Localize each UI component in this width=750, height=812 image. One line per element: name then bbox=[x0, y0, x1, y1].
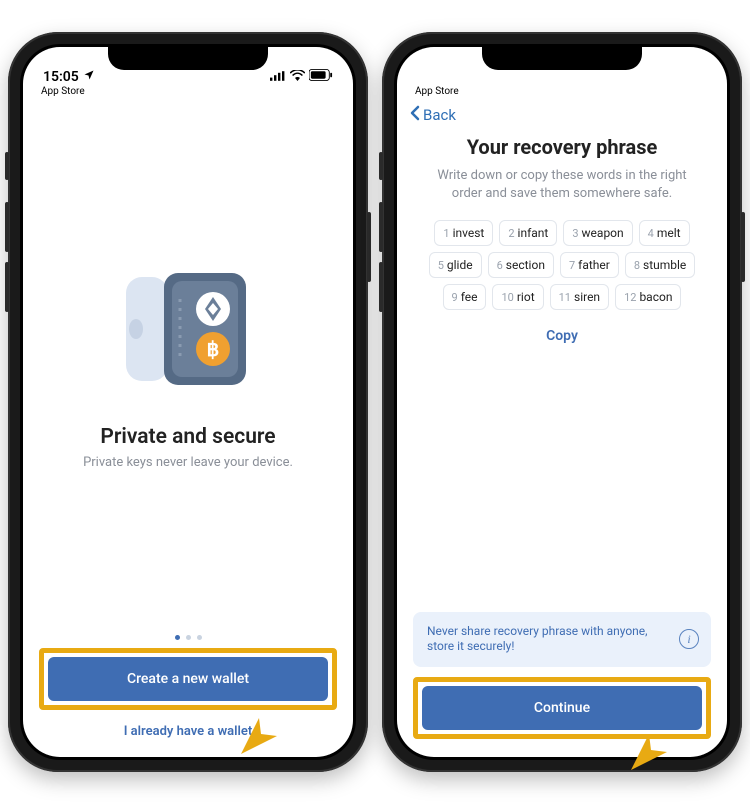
cursor-pointer-icon bbox=[235, 712, 279, 756]
pager-dot bbox=[175, 635, 180, 640]
recovery-word-chip: 3 weapon bbox=[563, 220, 632, 246]
recovery-word-number: 4 bbox=[648, 227, 654, 240]
recovery-word-chip: 2 infant bbox=[499, 220, 557, 246]
back-label: Back bbox=[423, 106, 456, 124]
recovery-title: Your recovery phrase bbox=[421, 135, 703, 159]
recovery-word-number: 7 bbox=[569, 259, 575, 272]
recovery-word-text: melt bbox=[657, 226, 681, 240]
recovery-word-text: fee bbox=[461, 290, 478, 304]
recovery-word-number: 9 bbox=[452, 291, 458, 304]
recovery-word-text: section bbox=[506, 258, 545, 272]
app-source-label: App Store bbox=[23, 86, 353, 97]
recovery-word-chip: 1 invest bbox=[434, 220, 493, 246]
continue-button[interactable]: Continue bbox=[422, 686, 702, 730]
status-time: 15:05 bbox=[43, 69, 79, 85]
page-indicator bbox=[23, 635, 353, 640]
recovery-word-chip: 7father bbox=[560, 252, 619, 278]
cursor-pointer-icon bbox=[625, 728, 669, 772]
svg-text:฿: ฿ bbox=[207, 339, 220, 361]
info-icon[interactable]: i bbox=[679, 629, 699, 649]
recovery-word-number: 5 bbox=[438, 259, 444, 272]
recovery-word-number: 11 bbox=[559, 291, 571, 304]
device-notch bbox=[108, 44, 268, 70]
recovery-words-grid: 1invest2infant3weapon4melt5glide6section… bbox=[397, 202, 727, 310]
recovery-word-number: 10 bbox=[501, 291, 513, 304]
recovery-word-number: 12 bbox=[624, 291, 636, 304]
recovery-word-chip: 9fee bbox=[443, 284, 487, 310]
recovery-word-text: stumble bbox=[643, 258, 686, 272]
recovery-word-number: 3 bbox=[572, 227, 578, 240]
phone-mockup-right: App Store Back Your recovery phrase Writ… bbox=[382, 32, 742, 772]
recovery-word-number: 2 bbox=[508, 227, 514, 240]
phone-mockup-left: 15:05 bbox=[8, 32, 368, 772]
recovery-word-chip: 4melt bbox=[639, 220, 690, 246]
recovery-word-chip: 5glide bbox=[429, 252, 482, 278]
onboarding-title: Private and secure bbox=[100, 425, 275, 449]
onboarding-subtitle: Private keys never leave your device. bbox=[83, 455, 293, 470]
recovery-word-number: 6 bbox=[497, 259, 503, 272]
recovery-word-chip: 10 riot bbox=[492, 284, 543, 310]
safe-illustration: ฿ bbox=[118, 259, 258, 399]
recovery-word-text: weapon bbox=[582, 226, 624, 240]
warning-text: Never share recovery phrase with anyone,… bbox=[427, 624, 648, 654]
recovery-word-text: siren bbox=[574, 290, 600, 304]
recovery-word-number: 1 bbox=[443, 227, 449, 240]
battery-icon bbox=[309, 69, 333, 85]
device-notch bbox=[482, 44, 642, 70]
location-icon bbox=[83, 69, 95, 85]
recovery-word-text: bacon bbox=[639, 290, 672, 304]
copy-button[interactable]: Copy bbox=[397, 328, 727, 344]
recovery-subtitle: Write down or copy these words in the ri… bbox=[421, 167, 703, 202]
back-button[interactable]: Back bbox=[397, 103, 727, 125]
recovery-word-text: glide bbox=[447, 258, 473, 272]
highlight-frame: Create a new wallet bbox=[39, 648, 337, 710]
recovery-word-text: riot bbox=[517, 290, 535, 304]
wifi-icon bbox=[290, 69, 305, 85]
have-wallet-link[interactable]: I already have a wallet bbox=[39, 724, 337, 739]
create-wallet-button[interactable]: Create a new wallet bbox=[48, 657, 328, 701]
recovery-word-chip: 8stumble bbox=[625, 252, 695, 278]
recovery-word-text: infant bbox=[518, 226, 549, 240]
recovery-word-text: father bbox=[578, 258, 610, 272]
recovery-word-text: invest bbox=[453, 226, 485, 240]
recovery-word-chip: 11siren bbox=[550, 284, 609, 310]
recovery-word-chip: 12bacon bbox=[615, 284, 681, 310]
cellular-icon bbox=[270, 69, 286, 85]
recovery-word-number: 8 bbox=[634, 259, 640, 272]
app-source-label: App Store bbox=[397, 86, 727, 97]
pager-dot bbox=[197, 635, 202, 640]
pager-dot bbox=[186, 635, 191, 640]
recovery-word-chip: 6section bbox=[488, 252, 554, 278]
chevron-left-icon bbox=[409, 105, 421, 125]
warning-banner: Never share recovery phrase with anyone,… bbox=[413, 612, 711, 667]
